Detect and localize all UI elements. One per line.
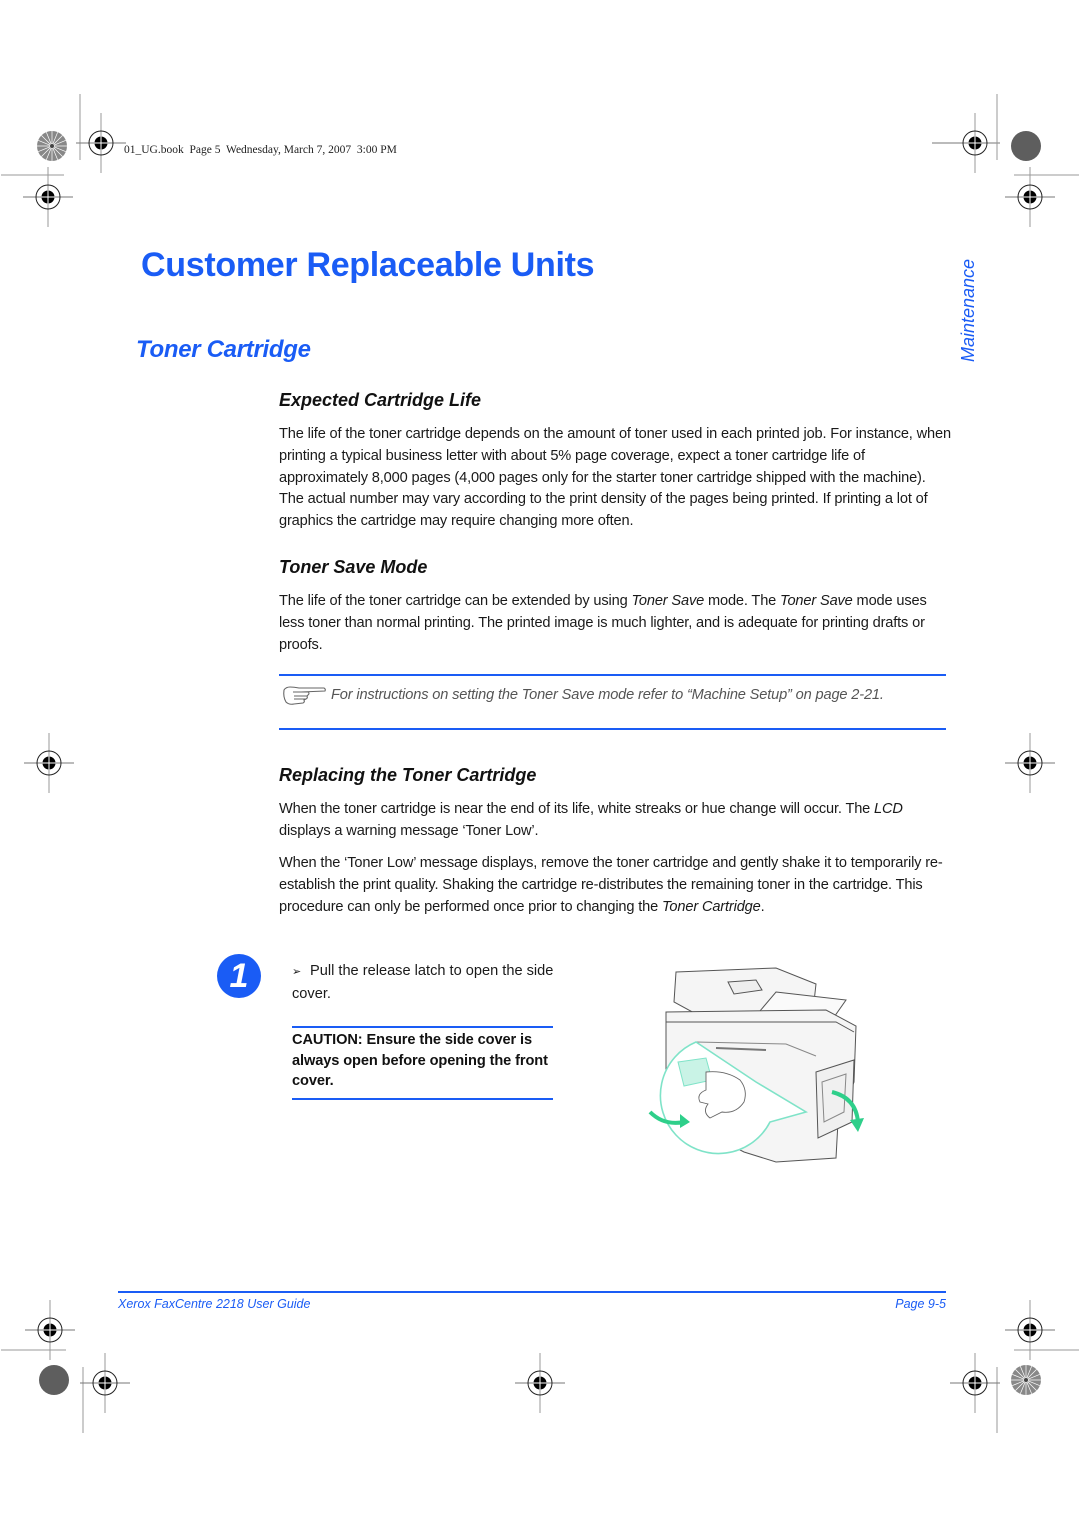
replacing-para-1: When the toner cartridge is near the end… bbox=[279, 799, 951, 843]
section-title: Toner Cartridge bbox=[136, 336, 311, 363]
bullet-arrow-icon: ➢ bbox=[292, 966, 302, 978]
text-run: mode. The bbox=[704, 593, 781, 609]
note-top-rule bbox=[279, 674, 946, 676]
crosshair-mark bbox=[79, 1352, 131, 1414]
starburst-mark-top-left bbox=[36, 130, 68, 162]
emphasis-toner-save: Toner Save bbox=[780, 593, 853, 609]
caution-top-rule bbox=[292, 1026, 553, 1028]
starburst-mark-bottom-right bbox=[1010, 1364, 1042, 1396]
crosshair-mark bbox=[23, 732, 75, 794]
crosshair-mark bbox=[949, 1352, 1001, 1414]
crosshair-mark bbox=[1004, 732, 1056, 794]
footer-rule bbox=[118, 1291, 946, 1293]
emphasis-toner-cartridge: Toner Cartridge bbox=[662, 898, 761, 915]
caution-bottom-rule bbox=[292, 1098, 553, 1100]
text-run: When the ‘Toner Low’ message displays, r… bbox=[279, 855, 943, 915]
crosshair-mark bbox=[1004, 166, 1056, 228]
dot-mark-top-right bbox=[1011, 131, 1041, 161]
text-run: The life of the toner cartridge can be e… bbox=[279, 593, 632, 609]
expected-life-body: The life of the toner cartridge depends … bbox=[279, 426, 951, 530]
footer-page-number: Page 9-5 bbox=[895, 1297, 946, 1311]
print-header: 01_UG.book Page 5 Wednesday, March 7, 20… bbox=[124, 144, 397, 156]
crosshair-mark bbox=[24, 1299, 76, 1361]
text-run: . bbox=[760, 898, 765, 915]
note-bottom-rule bbox=[279, 728, 946, 730]
text-run: When the toner cartridge is near the end… bbox=[279, 801, 875, 817]
emphasis-toner-save: Toner Save bbox=[631, 593, 705, 609]
text-run: displays a warning message ‘Toner Low’. bbox=[279, 822, 539, 839]
note-text: For instructions on setting the Toner Sa… bbox=[331, 687, 884, 703]
copier-side-cover-illustration bbox=[648, 967, 864, 1163]
footer-guide-title: Xerox FaxCentre 2218 User Guide bbox=[118, 1297, 311, 1311]
pointing-hand-icon bbox=[283, 686, 326, 705]
page-title: Customer Replaceable Units bbox=[141, 246, 595, 284]
heading-replacing-toner-cartridge: Replacing the Toner Cartridge bbox=[279, 765, 537, 785]
crosshair-mark bbox=[75, 112, 127, 174]
toner-save-body: The life of the toner cartridge can be e… bbox=[279, 591, 951, 656]
emphasis-lcd: LCD bbox=[874, 801, 903, 817]
crosshair-mark bbox=[949, 112, 1001, 174]
heading-toner-save-mode: Toner Save Mode bbox=[279, 557, 428, 577]
side-tab-label: Maintenance bbox=[958, 258, 978, 362]
crosshair-mark bbox=[22, 166, 74, 228]
dot-mark-bottom-left bbox=[39, 1365, 69, 1395]
caution-text: CAUTION: Ensure the side cover is always… bbox=[292, 1032, 548, 1089]
step-instruction: ➢ Pull the release latch to open the side… bbox=[292, 960, 557, 1005]
crosshair-mark bbox=[1004, 1299, 1056, 1361]
heading-expected-cartridge-life: Expected Cartridge Life bbox=[279, 390, 482, 410]
crosshair-mark bbox=[514, 1352, 566, 1414]
step-instruction-text: Pull the release latch to open the side … bbox=[292, 963, 554, 1002]
step-number-badge: 1 bbox=[217, 954, 261, 998]
replacing-para-2: When the ‘Toner Low’ message displays, r… bbox=[279, 853, 951, 918]
